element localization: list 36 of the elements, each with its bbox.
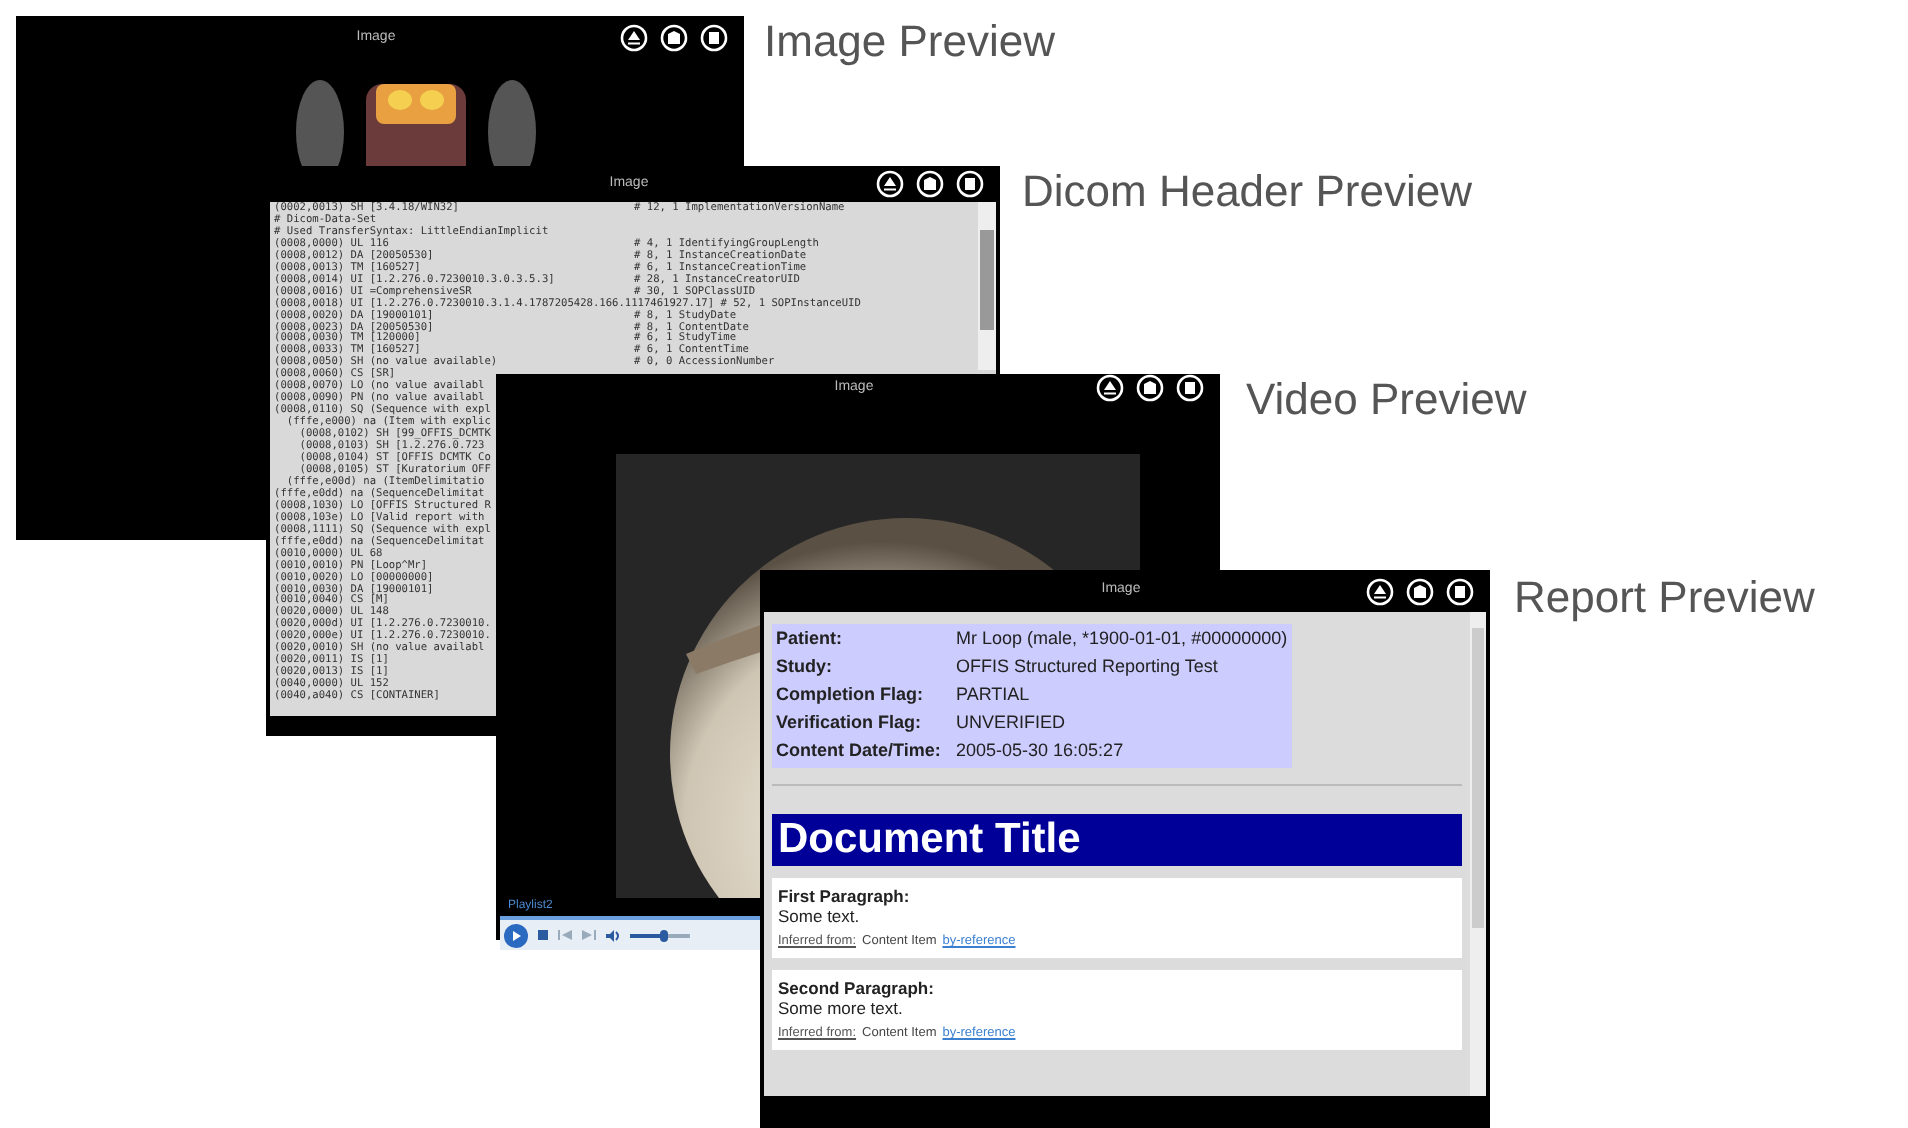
field-value: Mr Loop (male, *1900-01-01, #00000000): [956, 626, 1288, 653]
list-icon[interactable]: [700, 24, 728, 52]
field-label: Study:: [776, 654, 834, 681]
paragraph-heading: Second Paragraph:: [778, 978, 934, 998]
document-title: Document Title: [772, 814, 1462, 866]
play-icon[interactable]: [504, 923, 528, 947]
list-icon[interactable]: [1446, 577, 1474, 605]
eject-icon[interactable]: [1096, 374, 1124, 402]
scrollbar[interactable]: [1470, 612, 1486, 1096]
document-icon[interactable]: [1136, 374, 1164, 402]
slider-thumb[interactable]: [659, 929, 667, 941]
eject-icon[interactable]: [876, 170, 904, 198]
preview-caption: Dicom Header Preview: [1022, 164, 1472, 220]
speaker-icon[interactable]: [606, 929, 620, 941]
document-icon[interactable]: [1406, 577, 1434, 605]
list-icon[interactable]: [1176, 374, 1204, 402]
document-icon[interactable]: [660, 24, 688, 52]
paragraph-heading: First Paragraph:: [778, 886, 910, 906]
eject-icon[interactable]: [620, 24, 648, 52]
field-label: Patient:: [776, 626, 845, 653]
field-label: Content Date/Time:: [776, 738, 943, 765]
paragraph-text: Some more text.: [778, 998, 903, 1018]
field-value: PARTIAL: [956, 682, 1030, 709]
document-icon[interactable]: [916, 170, 944, 198]
preview-caption: Image Preview: [764, 14, 1056, 70]
field-label: Verification Flag:: [776, 710, 924, 737]
eject-icon[interactable]: [1366, 577, 1394, 605]
preview-caption: Report Preview: [1514, 570, 1815, 626]
field-value: 2005-05-30 16:05:27: [956, 738, 1124, 765]
paragraph-text: Some text.: [778, 906, 860, 926]
field-value: UNVERIFIED: [956, 710, 1066, 737]
scrollbar[interactable]: [978, 202, 996, 370]
preview-caption: Video Preview: [1246, 372, 1527, 428]
list-icon[interactable]: [956, 170, 984, 198]
field-value: OFFIS Structured Reporting Test: [956, 654, 1218, 681]
field-label: Completion Flag:: [776, 682, 925, 709]
